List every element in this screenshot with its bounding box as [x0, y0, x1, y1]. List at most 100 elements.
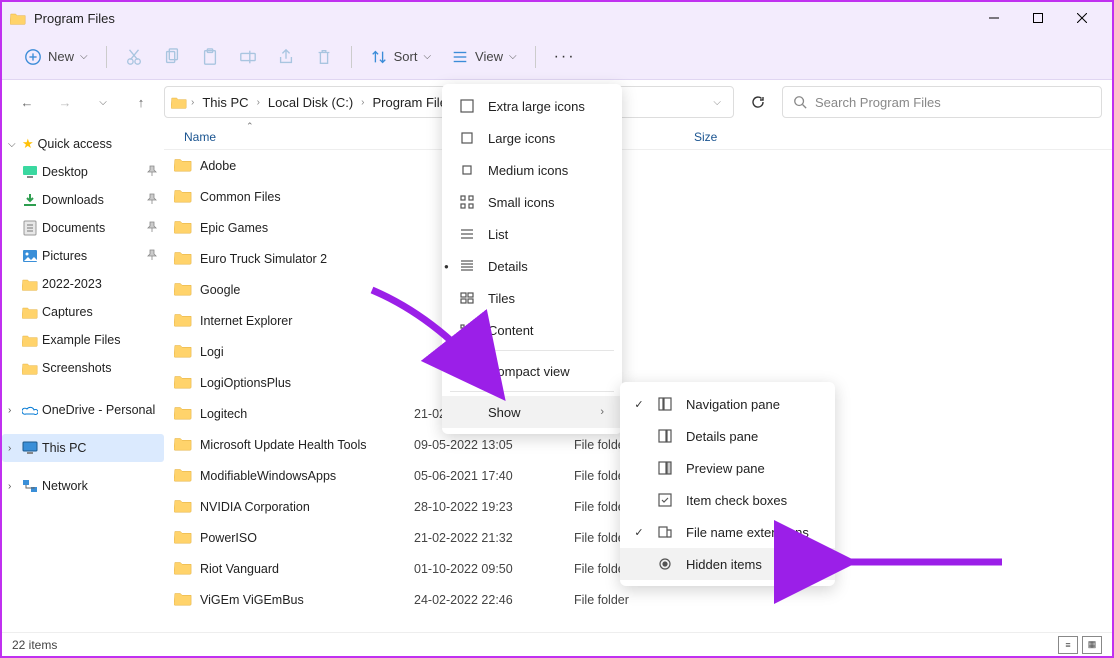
file-row[interactable]: Logi ler — [164, 336, 1112, 367]
file-type: File folder — [574, 593, 694, 607]
sort-button[interactable]: Sort ⌵ — [362, 41, 439, 73]
menu-show-check[interactable]: Item check boxes — [620, 484, 835, 516]
sidebar-quick-access[interactable]: ⌵ ★ Quick access — [2, 130, 164, 158]
column-size[interactable]: Size — [694, 130, 754, 144]
folder-icon — [174, 559, 192, 578]
share-button[interactable] — [269, 41, 303, 73]
menu-view-l[interactable]: Large icons — [442, 122, 622, 154]
details-view-button[interactable]: ≡ — [1058, 636, 1078, 654]
file-name: Adobe — [200, 159, 236, 173]
new-button[interactable]: New ⌵ — [16, 41, 96, 73]
delete-button[interactable] — [307, 41, 341, 73]
file-date: 01-10-2022 09:50 — [414, 562, 574, 576]
menu-show-navpane[interactable]: ✓ Navigation pane — [620, 388, 835, 420]
file-row[interactable]: ViGEm ViGEmBus 24-02-2022 22:46 File fol… — [164, 584, 1112, 615]
file-name: Internet Explorer — [200, 314, 292, 328]
menu-view-m[interactable]: Medium icons — [442, 154, 622, 186]
sidebar-folder-item[interactable]: Example Files — [2, 326, 164, 354]
menu-view-details[interactable]: ● Details — [442, 250, 622, 282]
menu-show-hidden[interactable]: Hidden items — [620, 548, 835, 580]
sidebar-pinned-item[interactable]: Documents — [2, 214, 164, 242]
desktop-icon — [22, 164, 38, 180]
show-submenu: ✓ Navigation pane Details pane Preview p… — [620, 382, 835, 586]
sidebar-network[interactable]: › Network — [2, 472, 164, 500]
file-date: 24-02-2022 22:46 — [414, 593, 574, 607]
folder-icon — [174, 342, 192, 361]
sidebar-folder-item[interactable]: 2022-2023 — [2, 270, 164, 298]
file-row[interactable]: Internet Explorer ler — [164, 305, 1112, 336]
annotation-arrow — [362, 280, 522, 413]
menu-view-s[interactable]: Small icons — [442, 186, 622, 218]
back-button[interactable]: ← — [12, 87, 42, 117]
file-name: ViGEm ViGEmBus — [200, 593, 304, 607]
close-button[interactable] — [1060, 3, 1104, 33]
minimize-button[interactable] — [972, 3, 1016, 33]
chevron-down-icon: ⌵ — [423, 51, 431, 62]
breadcrumb-item[interactable]: Local Disk (C:) — [264, 93, 357, 112]
sidebar-pinned-item[interactable]: Desktop — [2, 158, 164, 186]
folder-icon — [22, 304, 38, 320]
breadcrumb-item[interactable]: This PC — [198, 93, 252, 112]
menu-view-list[interactable]: List — [442, 218, 622, 250]
column-name[interactable]: Name ⌃ — [164, 130, 414, 144]
rename-button[interactable] — [231, 41, 265, 73]
forward-button[interactable]: → — [50, 87, 80, 117]
detpane-icon — [656, 427, 674, 445]
view-button[interactable]: View ⌵ — [443, 41, 525, 73]
file-row[interactable]: Common Files ler — [164, 181, 1112, 212]
file-date: 09-05-2022 13:05 — [414, 438, 574, 452]
folder-icon — [174, 311, 192, 330]
hidden-icon — [656, 555, 674, 573]
refresh-button[interactable] — [742, 86, 774, 118]
file-name: Microsoft Update Health Tools — [200, 438, 367, 452]
cut-button[interactable] — [117, 41, 151, 73]
pictures-icon — [22, 248, 38, 264]
sidebar-this-pc[interactable]: › This PC — [2, 434, 164, 462]
column-headers: Name ⌃ Date modified Type Size — [164, 124, 1112, 150]
more-button[interactable]: ··· — [546, 48, 584, 66]
menu-show-ext[interactable]: ✓ File name extensions — [620, 516, 835, 548]
search-input[interactable]: Search Program Files — [782, 86, 1102, 118]
sort-label: Sort — [394, 49, 418, 64]
file-name: Epic Games — [200, 221, 268, 235]
folder-icon — [174, 528, 192, 547]
folder-icon — [22, 360, 38, 376]
up-button[interactable]: ↑ — [126, 87, 156, 117]
chevron-down-icon: ⌵ — [80, 51, 88, 62]
folder-icon — [22, 332, 38, 348]
folder-icon — [174, 156, 192, 175]
menu-view-xl[interactable]: Extra large icons — [442, 90, 622, 122]
ext-icon — [656, 523, 674, 541]
file-name: Google — [200, 283, 240, 297]
file-row[interactable]: Epic Games ler — [164, 212, 1112, 243]
recent-menu-chevron[interactable]: ⌵ — [88, 87, 118, 117]
navpane-icon — [656, 395, 674, 413]
view-label: View — [475, 49, 503, 64]
menu-show-detpane[interactable]: Details pane — [620, 420, 835, 452]
annotation-arrow — [832, 552, 1012, 575]
sidebar-pinned-item[interactable]: Pictures — [2, 242, 164, 270]
file-name: Logi — [200, 345, 224, 359]
copy-button[interactable] — [155, 41, 189, 73]
file-row[interactable]: Adobe — [164, 150, 1112, 181]
file-name: PowerISO — [200, 531, 257, 545]
pin-icon — [146, 193, 158, 208]
prevpane-icon — [656, 459, 674, 477]
thumbnail-view-button[interactable]: ▦ — [1082, 636, 1102, 654]
sidebar-folder-item[interactable]: Captures — [2, 298, 164, 326]
sidebar-pinned-item[interactable]: Downloads — [2, 186, 164, 214]
sidebar-onedrive[interactable]: › OneDrive - Personal — [2, 396, 164, 424]
paste-button[interactable] — [193, 41, 227, 73]
file-name: Common Files — [200, 190, 281, 204]
file-row[interactable]: Euro Truck Simulator 2 ler — [164, 243, 1112, 274]
window-title: Program Files — [34, 11, 972, 26]
chevron-right-icon: › — [600, 406, 604, 418]
menu-show-prevpane[interactable]: Preview pane — [620, 452, 835, 484]
file-row[interactable]: Google ler — [164, 274, 1112, 305]
folder-icon — [174, 435, 192, 454]
folder-icon — [174, 590, 192, 609]
maximize-button[interactable] — [1016, 3, 1060, 33]
cloud-icon — [22, 402, 38, 418]
sidebar-folder-item[interactable]: Screenshots — [2, 354, 164, 382]
file-name: Riot Vanguard — [200, 562, 279, 576]
